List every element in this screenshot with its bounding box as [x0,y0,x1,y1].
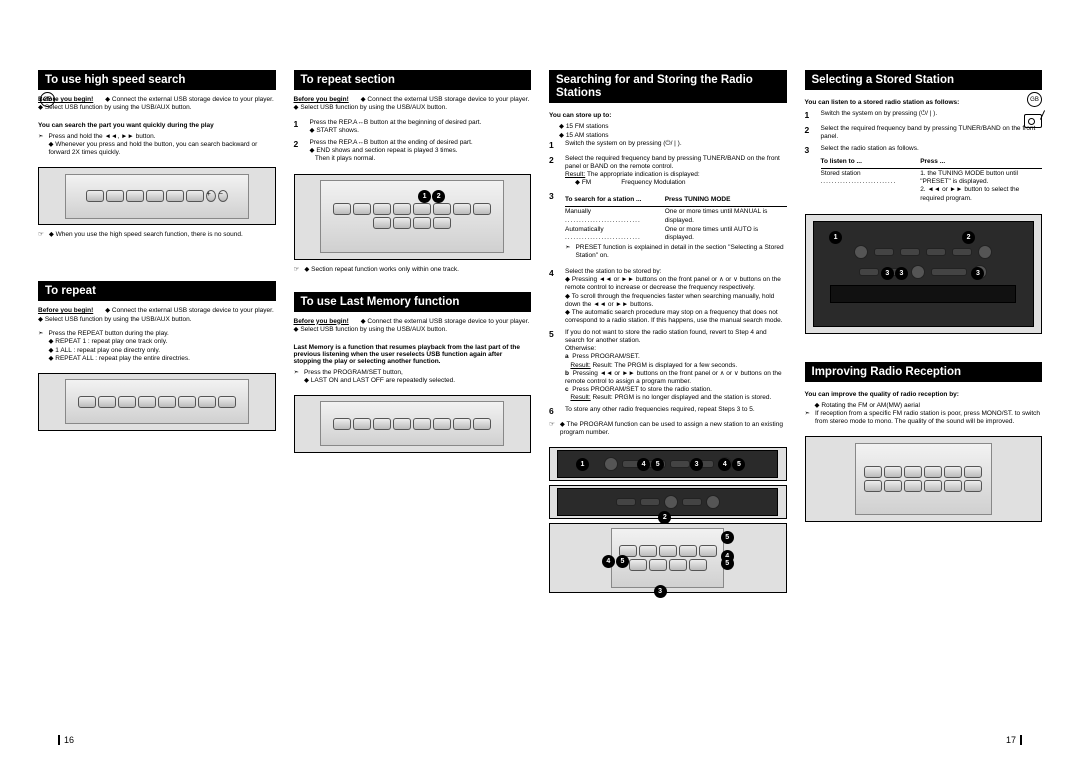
sel-step3: 3 Select the radio station as follows. T… [805,145,1043,204]
sel-bold: You can listen to a stored radio station… [805,99,1043,106]
imp-remote-image [805,436,1043,522]
sel-step2: 2 Select the required frequency band by … [805,125,1043,141]
hs-step: ➣ Press and hold the ◄◄, ►► button. ◆ Wh… [38,133,276,157]
rs-remote-image: 1 2 [294,174,532,260]
sec-improve-title: Improving Radio Reception [805,362,1043,382]
radio-icon [1024,114,1042,128]
rs-before: Before you begin! Connect the external U… [294,96,532,113]
column-4: Selecting a Stored Station You can liste… [805,70,1043,733]
lm-step: ➣ Press the PROGRAM/SET button, ◆ LAST O… [294,369,532,385]
ss-step4: 4 Select the station to be stored by: ◆ … [549,268,787,325]
rs-step1: 1 Press the REP.A↔B button at the beginn… [294,119,532,135]
ss-hand: ☞ ◆ The PROGRAM function can be used to … [549,421,787,437]
hs-before: Before you begin! Connect the external U… [38,96,276,113]
sec-select-stored-title: Selecting a Stored Station [805,70,1043,90]
rpt-before: Before you begin! Connect the external U… [38,307,276,324]
hs-hand: ☞ ◆ When you use the high speed search f… [38,231,276,239]
sec-high-speed-title: To use high speed search [38,70,276,90]
store-list: ◆ 15 FM stations ◆ 15 AM stations [549,123,787,140]
imp-pointer: ➣ If reception from a specific FM radio … [805,410,1043,426]
ss-front-image-1: 1 4 5 3 4 5 [549,447,787,481]
hs-remote-image: +− [38,167,276,225]
imp-bullet: ◆ Rotating the FM or AM(MW) aerial [805,402,1043,410]
ss-step3: 3 To search for a station ... Press TUNI… [549,191,787,264]
ss-step5: 5 If you do not want to store the radio … [549,329,787,402]
ss-front-image-2: 2 [549,485,787,519]
column-1: To use high speed search Before you begi… [38,70,276,733]
sec-repeat-section-title: To repeat section [294,70,532,90]
imp-bold: You can improve the quality of radio rec… [805,391,1043,398]
ss-step1: 1 Switch the system on by pressing (⏻/ |… [549,140,787,151]
lang-badge-right: GB [1027,92,1042,107]
column-3: Searching for and Storing the Radio Stat… [549,70,787,733]
rs-hand: ☞ ◆ Section repeat function works only w… [294,266,532,274]
page-number-left: 16 [58,735,74,745]
lm-before: Before you begin! Connect the external U… [294,318,532,335]
ss-remote-image: 5 4 5 4 5 3 [549,523,787,593]
sec-repeat-title: To repeat [38,281,276,301]
sec-search-store-title: Searching for and Storing the Radio Stat… [549,70,787,103]
page-spread: To use high speed search Before you begi… [38,70,1042,733]
sel-device-image: 1 2 3 3 3 [805,214,1043,334]
ss-step6: 6 To store any other radio frequencies r… [549,406,787,417]
sec-last-memory-title: To use Last Memory function [294,292,532,312]
column-2: To repeat section Before you begin! Conn… [294,70,532,733]
lm-remote-image [294,395,532,453]
rs-step2: 2 Press the REP.A↔B button at the ending… [294,139,532,163]
lm-blurb: Last Memory is a function that resumes p… [294,344,532,365]
sel-step1: 1 Switch the system on by pressing (⏻/ |… [805,110,1043,121]
lang-badge-left: GB [40,92,55,107]
ss-step2: 2 Select the required frequency band by … [549,155,787,188]
rpt-remote-image [38,373,276,431]
rpt-step: ➣ Press the REPEAT button during the pla… [38,330,276,363]
page-number-right: 17 [1006,735,1022,745]
store-upto: You can store up to: [549,112,787,119]
hs-bold: You can search the part you want quickly… [38,122,276,129]
